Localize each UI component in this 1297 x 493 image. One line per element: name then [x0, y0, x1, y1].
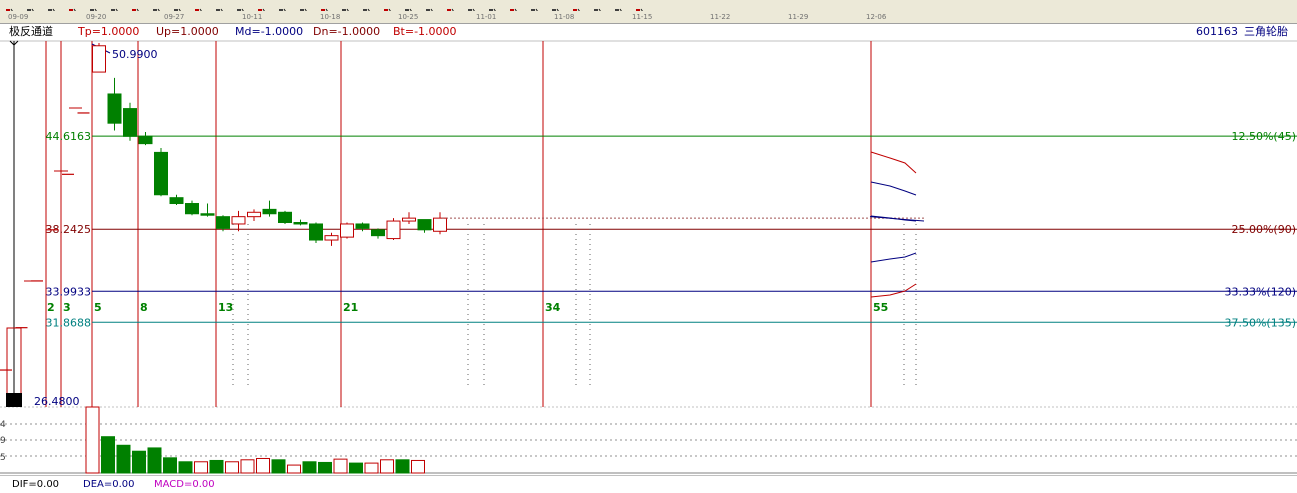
- volume-bar: [411, 459, 425, 474]
- volume-bar: [256, 457, 270, 474]
- level1-price-label: 44.6163: [46, 130, 92, 143]
- macd-footer: DIF=0.00 DEA=0.00 MACD=0.00: [0, 475, 1297, 493]
- candle-body: [340, 223, 354, 238]
- volume-bar: [194, 461, 208, 474]
- volume-bar: [85, 406, 100, 474]
- level3-price-label: 33.9933: [46, 285, 92, 298]
- volume-bar: [225, 461, 239, 474]
- dea-value: DEA=0.00: [83, 479, 135, 490]
- candle-body: [185, 203, 199, 215]
- price-level-label: 25.00%(90): [1231, 223, 1296, 236]
- channel-curve: [870, 151, 917, 174]
- volume-bar: [101, 436, 115, 474]
- candle-body: [402, 217, 416, 222]
- fibonacci-label: 13: [218, 301, 233, 314]
- volume-bar: [287, 464, 301, 474]
- volume-bar: [163, 457, 177, 474]
- candle-body: [355, 223, 370, 229]
- price-level-label: 33.33%(120): [1224, 285, 1296, 298]
- volume-bar: [116, 444, 131, 474]
- macd-value: MACD=0.00: [154, 479, 215, 490]
- price-level-label: 37.50%(135): [1224, 316, 1296, 329]
- high-price-label: 50.9900: [112, 48, 158, 61]
- candle-body: [262, 208, 277, 215]
- candle-body: [324, 235, 339, 241]
- fibonacci-label: 34: [545, 301, 561, 314]
- fibonacci-label: 55: [873, 301, 888, 314]
- volume-bar: [271, 459, 286, 474]
- dif-value: DIF=0.00: [12, 479, 60, 490]
- channel-curve: [870, 181, 917, 196]
- candle-body: [231, 216, 246, 225]
- candle-body: [247, 211, 261, 218]
- candle-body: [278, 211, 292, 224]
- volume-bar: [395, 459, 410, 474]
- volume-bar: [302, 461, 317, 474]
- candle-body: [433, 217, 447, 232]
- volume-axis-label: 9: [0, 436, 6, 446]
- channel-curve: [870, 252, 917, 263]
- channel-curve: [870, 283, 917, 298]
- volume-bar: [178, 461, 193, 474]
- fibonacci-label: 5: [94, 301, 102, 314]
- candle-body: [107, 93, 122, 124]
- volume-bar: [209, 459, 224, 474]
- candle-body: [92, 45, 106, 73]
- fibonacci-label: 21: [343, 301, 358, 314]
- candle-body: [138, 135, 153, 145]
- candle-body: [216, 216, 230, 229]
- volume-bar: [240, 459, 255, 474]
- low-price-label: 26.4800: [34, 395, 80, 408]
- volume-bar: [147, 447, 162, 474]
- fibonacci-label: 3: [63, 301, 71, 314]
- price-level-label: 12.50%(45): [1231, 130, 1296, 143]
- fibonacci-label: 2: [47, 301, 55, 314]
- volume-bar: [333, 458, 348, 474]
- volume-axis-label: 4: [0, 420, 6, 430]
- candle-body: [154, 151, 168, 196]
- volume-bar: [132, 450, 146, 474]
- candle-body: [293, 222, 308, 225]
- candle-body: [417, 219, 432, 231]
- candle-body: [123, 108, 137, 137]
- volume-axis-label: 5: [0, 453, 6, 463]
- candle-body: [386, 220, 401, 240]
- channel-curve: [870, 215, 917, 222]
- volume-bar: [364, 462, 379, 474]
- candle-body: [309, 223, 323, 241]
- low-marker: [6, 393, 22, 407]
- candle-body: [200, 213, 215, 216]
- candle-body: [371, 229, 385, 237]
- candle-body: [169, 197, 184, 205]
- volume-bar: [380, 459, 394, 474]
- level4-price-label: 31.8688: [46, 316, 92, 329]
- volume-bar: [318, 461, 332, 474]
- fibonacci-label: 8: [140, 301, 148, 314]
- volume-bar: [349, 462, 363, 474]
- candlestick-chart[interactable]: 2 3 5 8 13 21 34 55 12.50%(45) 25.00%(90) 33.33%(1…: [0, 0, 1297, 492]
